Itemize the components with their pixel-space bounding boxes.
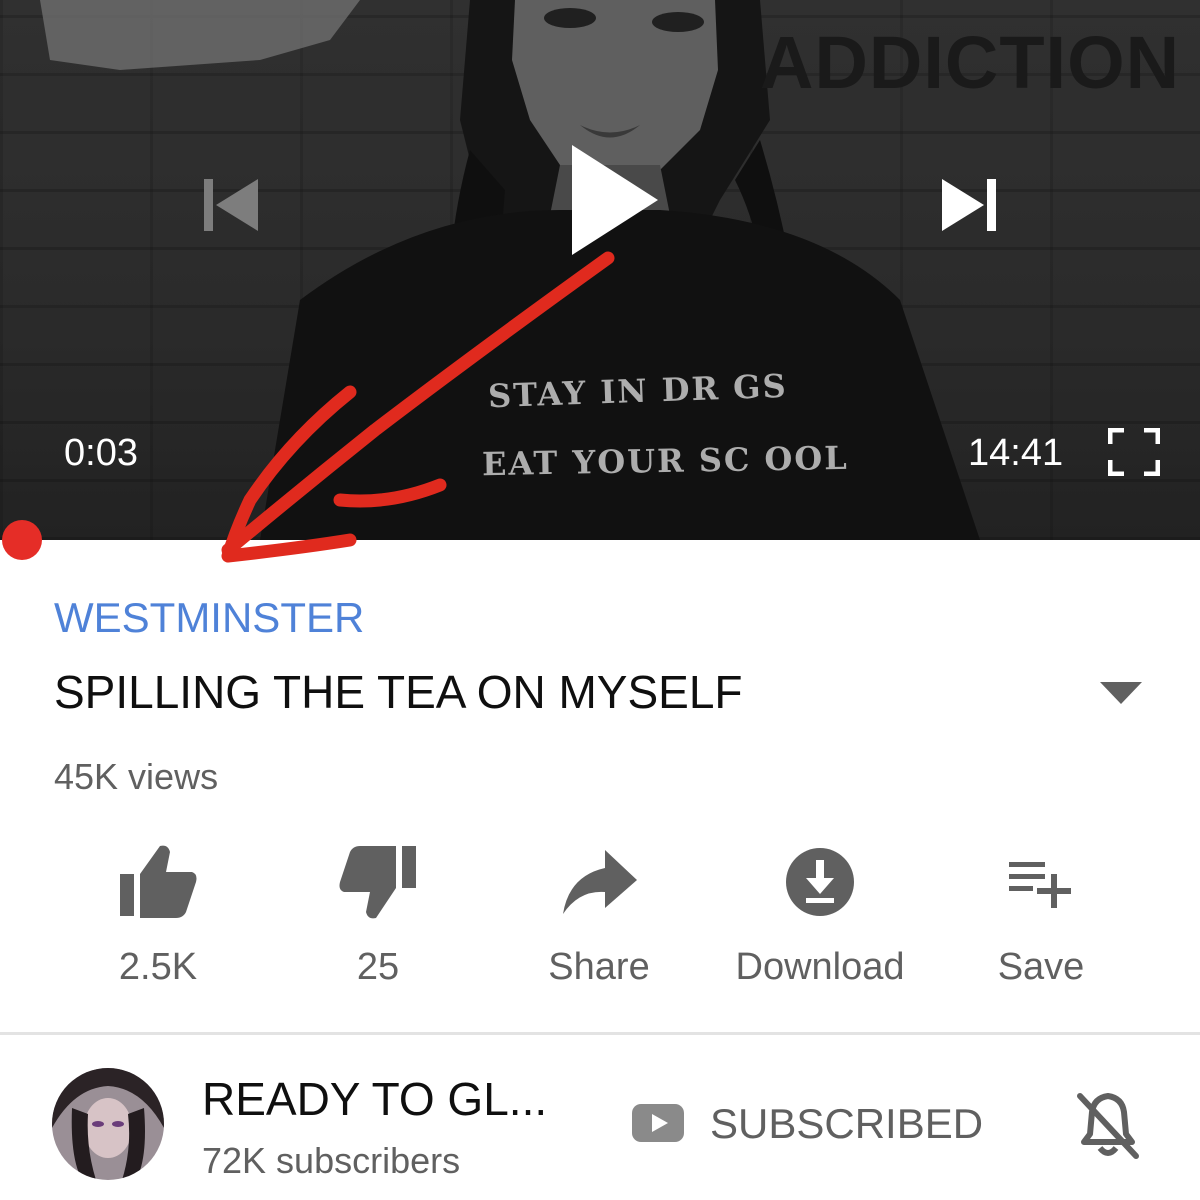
bell-off-icon[interactable] [1074,1090,1142,1162]
like-count: 2.5K [118,946,198,988]
download-label: Download [735,946,905,988]
thumbnail-title-text: ADDICTION [760,21,1181,104]
thumbs-down-icon [339,846,416,919]
play-button[interactable] [555,140,665,260]
share-label: Share [548,946,650,988]
fullscreen-icon[interactable] [1108,428,1160,476]
previous-video-button[interactable] [190,165,270,245]
thumbs-up-icon [120,845,197,918]
skip-previous-icon [204,179,258,231]
subscriber-count: 72K subscribers [202,1140,461,1181]
youtube-logo-icon [632,1104,684,1142]
total-duration: 14:41 [968,432,1064,474]
save-label: Save [997,946,1085,988]
playlist-add-icon [1009,862,1071,908]
like-button[interactable]: 2.5K [58,840,258,1000]
share-button[interactable]: Share [499,840,699,1000]
play-icon [572,145,658,255]
view-count: 45K views [54,756,219,797]
download-button[interactable]: Download [720,840,920,1000]
video-title: SPILLING THE TEA ON MYSELF [54,666,743,718]
save-button[interactable]: Save [941,840,1141,1000]
progress-scrubber[interactable] [2,520,42,560]
avatar-image [52,1068,164,1180]
channel-avatar[interactable] [52,1068,164,1180]
dislike-count: 25 [356,946,400,988]
current-time: 0:03 [64,432,138,474]
expand-description-icon[interactable] [1098,680,1144,706]
shirt-print-line-2: EAT YOUR SC OOL [481,438,850,484]
video-hashtag-link[interactable]: WESTMINSTER [54,594,364,642]
channel-name[interactable]: READY TO GL... [202,1072,547,1126]
dislike-button[interactable]: 25 [278,840,478,1000]
download-icon [786,848,854,916]
section-divider [0,1032,1200,1035]
subscribed-button[interactable]: SUBSCRIBED [710,1100,983,1148]
video-player[interactable]: ADDICTION STAY IN DR GS EAT YOUR SC OOL … [0,0,1200,540]
next-video-button[interactable] [930,165,1010,245]
share-arrow-icon [563,850,637,914]
skip-next-icon [942,179,996,231]
